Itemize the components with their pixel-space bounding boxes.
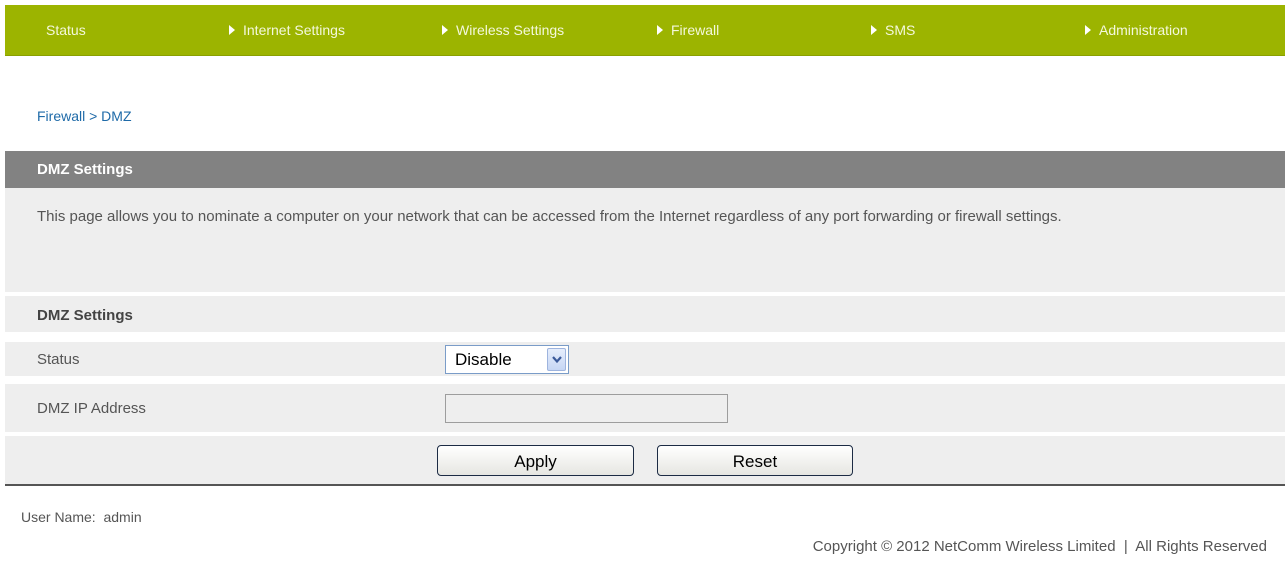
nav-item-label: SMS <box>885 22 916 38</box>
nav-arrow-icon <box>871 25 877 36</box>
nav-item-firewall[interactable]: Firewall <box>657 5 719 55</box>
ip-label: DMZ IP Address <box>37 400 146 417</box>
breadcrumb: Firewall > DMZ <box>37 108 132 124</box>
nav-item-sms[interactable]: SMS <box>871 5 915 55</box>
footer-user: User Name: admin <box>21 509 142 525</box>
nav-item-label: Administration <box>1099 22 1188 38</box>
status-select-value: Disable <box>455 350 512 369</box>
nav-item-label: Wireless Settings <box>456 22 565 38</box>
section-title: DMZ Settings <box>5 151 1285 188</box>
nav-arrow-icon <box>229 25 235 36</box>
status-row: Status Disable <box>5 342 1285 378</box>
dmz-ip-input[interactable] <box>445 394 728 423</box>
nav-arrow-icon <box>1085 25 1091 36</box>
ip-row: DMZ IP Address <box>5 384 1285 434</box>
apply-button[interactable]: Apply <box>437 445 634 476</box>
reset-button[interactable]: Reset <box>657 445 853 476</box>
dropdown-arrow-icon[interactable] <box>547 348 566 371</box>
nav-item-status[interactable]: Status <box>46 5 86 55</box>
status-label: Status <box>37 351 80 368</box>
form-subheader: DMZ Settings <box>5 296 1285 334</box>
nav-item-wireless-settings[interactable]: Wireless Settings <box>442 5 564 55</box>
page-description: This page allows you to nominate a compu… <box>5 188 1285 294</box>
nav-item-internet-settings[interactable]: Internet Settings <box>229 5 345 55</box>
nav-arrow-icon <box>657 25 663 36</box>
nav-arrow-icon <box>442 25 448 36</box>
nav-item-label: Status <box>46 22 86 38</box>
copyright-text: Copyright © 2012 NetComm Wireless Limite… <box>812 538 1267 555</box>
nav-item-label: Internet Settings <box>243 22 345 38</box>
button-row: Apply Reset <box>5 436 1285 486</box>
user-name-label: User Name: <box>21 509 96 525</box>
nav-item-administration[interactable]: Administration <box>1085 5 1188 55</box>
top-navigation: Status Internet Settings Wireless Settin… <box>5 5 1285 56</box>
user-name-value: admin <box>103 509 142 525</box>
nav-item-label: Firewall <box>671 22 720 38</box>
status-select[interactable]: Disable <box>445 345 569 374</box>
